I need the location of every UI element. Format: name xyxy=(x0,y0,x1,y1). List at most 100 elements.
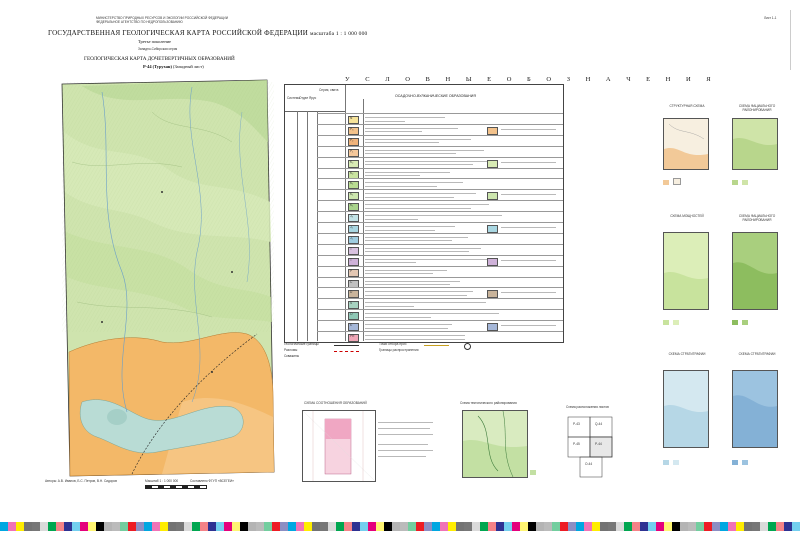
authors: Авторы: А.В. Иванов, Б.С. Петров, В.Н. С… xyxy=(45,479,117,483)
color-bar-patch xyxy=(160,522,168,531)
legend-text-line xyxy=(365,218,418,220)
legend-text-line xyxy=(365,117,445,118)
color-bar-patch xyxy=(536,522,544,531)
color-bar-patch xyxy=(208,522,216,531)
color-bar-patch xyxy=(480,522,488,531)
legend-text-line xyxy=(365,164,473,166)
color-bar-patch xyxy=(112,522,120,531)
color-bar-patch xyxy=(136,522,144,531)
inset-left-text xyxy=(378,410,436,480)
color-bar-patch xyxy=(680,522,688,531)
color-bar-patch xyxy=(24,522,32,531)
print-color-bar xyxy=(0,522,800,531)
color-bar-patch xyxy=(0,522,8,531)
legend-text-line xyxy=(365,193,476,195)
color-bar-patch xyxy=(464,522,472,531)
color-bar-patch xyxy=(648,522,656,531)
color-bar-patch xyxy=(512,522,520,531)
color-bar-patch xyxy=(40,522,48,531)
panel-5-legend xyxy=(663,452,680,470)
color-bar-patch xyxy=(544,522,552,531)
panel-1-map xyxy=(663,118,709,170)
legend-text-line xyxy=(365,153,456,155)
inset-mid-legend xyxy=(530,470,536,477)
map-title: ГЕОЛОГИЧЕСКАЯ КАРТА ДОЧЕТВЕРТИЧНЫХ ОБРАЗ… xyxy=(84,56,235,62)
color-bar-patch xyxy=(440,522,448,531)
geological-map[interactable] xyxy=(42,72,282,484)
color-bar-patch xyxy=(640,522,648,531)
legend-index: S xyxy=(350,301,353,306)
color-bar-patch xyxy=(632,522,640,531)
legend-text-line xyxy=(501,194,556,196)
legend-text-line xyxy=(365,207,471,209)
inset-left-map xyxy=(302,410,376,482)
legend-text-line xyxy=(365,196,454,198)
scale-bar xyxy=(145,485,207,489)
color-bar-patch xyxy=(232,522,240,531)
scale-label: Масштаб 1 : 1 000 000 xyxy=(145,479,179,483)
color-bar-patch xyxy=(184,522,192,531)
legend-text-line xyxy=(365,229,435,231)
panel-6-legend xyxy=(732,452,749,470)
panel-6-title: СХЕМА СТРАТИГРАФИИ xyxy=(738,352,776,356)
color-bar-patch xyxy=(784,522,792,531)
legend-text-line xyxy=(365,182,463,184)
color-bar-patch xyxy=(216,522,224,531)
legend-text-line xyxy=(501,292,556,294)
inset-left-title: СХЕМА СООТНОШЕНИЯ ОБРАЗОВАНИЙ xyxy=(304,401,367,405)
color-bar-patch xyxy=(736,522,744,531)
color-bar-patch xyxy=(384,522,392,531)
legend-index: T xyxy=(350,257,352,262)
panel-3-legend xyxy=(663,312,680,330)
panel-2-legend xyxy=(732,172,749,190)
color-bar-patch xyxy=(240,522,248,531)
color-bar-patch xyxy=(488,522,496,531)
legend-symbols: Геологические границы Разломы Скважины Т… xyxy=(284,342,562,373)
color-bar-patch xyxy=(88,522,96,531)
color-bar-patch xyxy=(96,522,104,531)
legend-index: K₁ xyxy=(350,203,354,208)
color-bar-patch xyxy=(336,522,344,531)
legend-col-headers: Система Отдел Ярус Серия, свита xyxy=(285,85,346,112)
color-bar-patch xyxy=(608,522,616,531)
legend-swatch-secondary xyxy=(487,192,498,201)
inset-mid-map xyxy=(462,410,528,478)
legend-text-line xyxy=(501,161,556,163)
legend-index: K₁ xyxy=(350,181,354,186)
legend-index: PR xyxy=(350,334,355,338)
legend-table: Система Отдел Ярус Серия, свита ОСАДОЧНО… xyxy=(284,84,564,343)
legend-text-line xyxy=(365,316,431,318)
panel-1-legend xyxy=(663,172,682,190)
color-bar-patch xyxy=(448,522,456,531)
panel-5-map xyxy=(663,370,709,448)
legend-text-line xyxy=(365,335,465,336)
color-bar-patch xyxy=(584,522,592,531)
color-bar-patch xyxy=(752,522,760,531)
color-bar-patch xyxy=(720,522,728,531)
legend-swatch-secondary xyxy=(487,159,498,168)
legend-text-line xyxy=(365,240,452,242)
color-bar-patch xyxy=(456,522,464,531)
panel-4-map xyxy=(732,232,778,310)
color-bar-patch xyxy=(504,522,512,531)
color-bar-patch xyxy=(200,522,208,531)
legend-text-line xyxy=(365,185,437,187)
color-bar-patch xyxy=(296,522,304,531)
panel-3-map xyxy=(663,232,709,310)
panel-5-title: СХЕМА СТРАТИГРАФИИ xyxy=(668,352,706,356)
legend-index: Є xyxy=(350,323,353,328)
color-bar-patch xyxy=(152,522,160,531)
legend-text-line xyxy=(365,120,405,122)
legend-text-line xyxy=(365,273,433,275)
edition: Третье поколение xyxy=(138,39,172,44)
legend-text-line xyxy=(365,247,481,249)
color-bar-patch xyxy=(600,522,608,531)
color-bar-patch xyxy=(664,522,672,531)
color-bar-patch xyxy=(552,522,560,531)
legend-index: J₁ xyxy=(350,235,353,240)
color-bar-patch xyxy=(432,522,440,531)
legend-text-line xyxy=(365,142,439,144)
panel-6-map xyxy=(732,370,778,448)
color-bar-patch xyxy=(272,522,280,531)
color-bar-patch xyxy=(400,522,408,531)
